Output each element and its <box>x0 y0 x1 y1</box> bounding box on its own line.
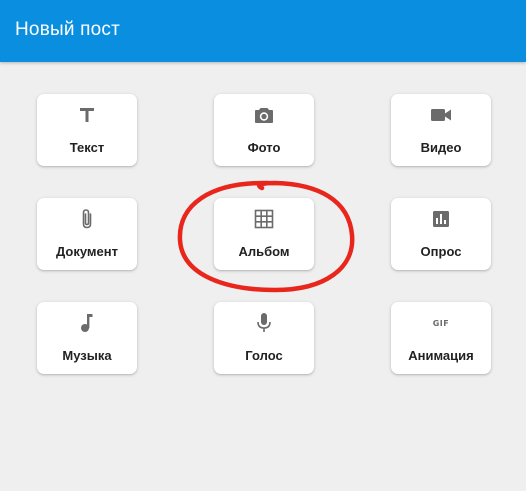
grid-icon <box>253 208 275 230</box>
microphone-icon <box>253 312 275 334</box>
option-video-button[interactable]: Видео <box>391 94 491 166</box>
option-label: Текст <box>69 140 105 155</box>
page-title: Новый пост <box>15 19 120 40</box>
camera-icon <box>253 104 275 126</box>
option-label: Анимация <box>408 348 474 363</box>
option-label: Альбом <box>238 244 290 259</box>
option-animation-button[interactable]: GIF Анимация <box>391 302 491 374</box>
gif-icon-text: GIF <box>432 318 450 328</box>
option-label: Документ <box>56 244 118 259</box>
option-document-button[interactable]: Документ <box>37 198 137 270</box>
option-label: Голос <box>245 348 283 363</box>
option-label: Опрос <box>420 244 462 259</box>
music-note-icon <box>76 312 98 334</box>
option-voice-button[interactable]: Голос <box>214 302 314 374</box>
gif-icon: GIF <box>430 312 452 334</box>
text-icon <box>76 104 98 126</box>
app-bar: Новый пост <box>0 0 526 62</box>
option-label: Музыка <box>62 348 112 363</box>
option-label: Фото <box>247 140 281 155</box>
option-poll-button[interactable]: Опрос <box>391 198 491 270</box>
video-camera-icon <box>430 104 452 126</box>
option-label: Видео <box>420 140 462 155</box>
paperclip-icon <box>76 208 98 230</box>
option-photo-button[interactable]: Фото <box>214 94 314 166</box>
option-album-button[interactable]: Альбом <box>214 198 314 270</box>
option-text-button[interactable]: Текст <box>37 94 137 166</box>
option-music-button[interactable]: Музыка <box>37 302 137 374</box>
bar-chart-icon <box>430 208 452 230</box>
